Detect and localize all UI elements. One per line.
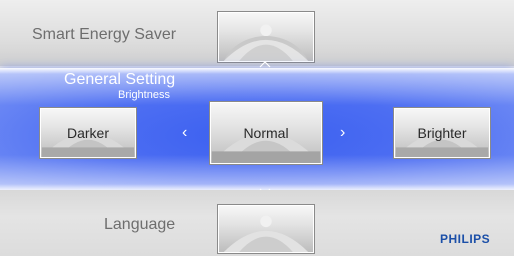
option-normal[interactable]: Normal bbox=[210, 102, 322, 164]
philips-logo: PHILIPS bbox=[440, 232, 491, 246]
option-label: Normal bbox=[243, 125, 289, 141]
option-label: Brighter bbox=[417, 125, 467, 141]
option-darker[interactable]: Darker bbox=[40, 108, 136, 158]
menu-item-label: Language bbox=[104, 216, 176, 233]
section-subtitle: Brightness bbox=[118, 89, 170, 101]
menu-item-label: Smart Energy Saver bbox=[32, 26, 177, 43]
chevron-left-icon[interactable]: ‹ bbox=[182, 124, 187, 142]
language-tile[interactable] bbox=[218, 205, 314, 253]
gear-graphic bbox=[223, 24, 309, 61]
section-title: General Setting bbox=[64, 71, 176, 88]
smart-energy-saver-tile[interactable] bbox=[218, 12, 314, 62]
gear-graphic bbox=[223, 215, 309, 252]
option-brighter[interactable]: Brighter bbox=[394, 108, 490, 158]
option-label: Darker bbox=[66, 125, 109, 141]
chevron-right-icon[interactable]: › bbox=[340, 124, 345, 142]
